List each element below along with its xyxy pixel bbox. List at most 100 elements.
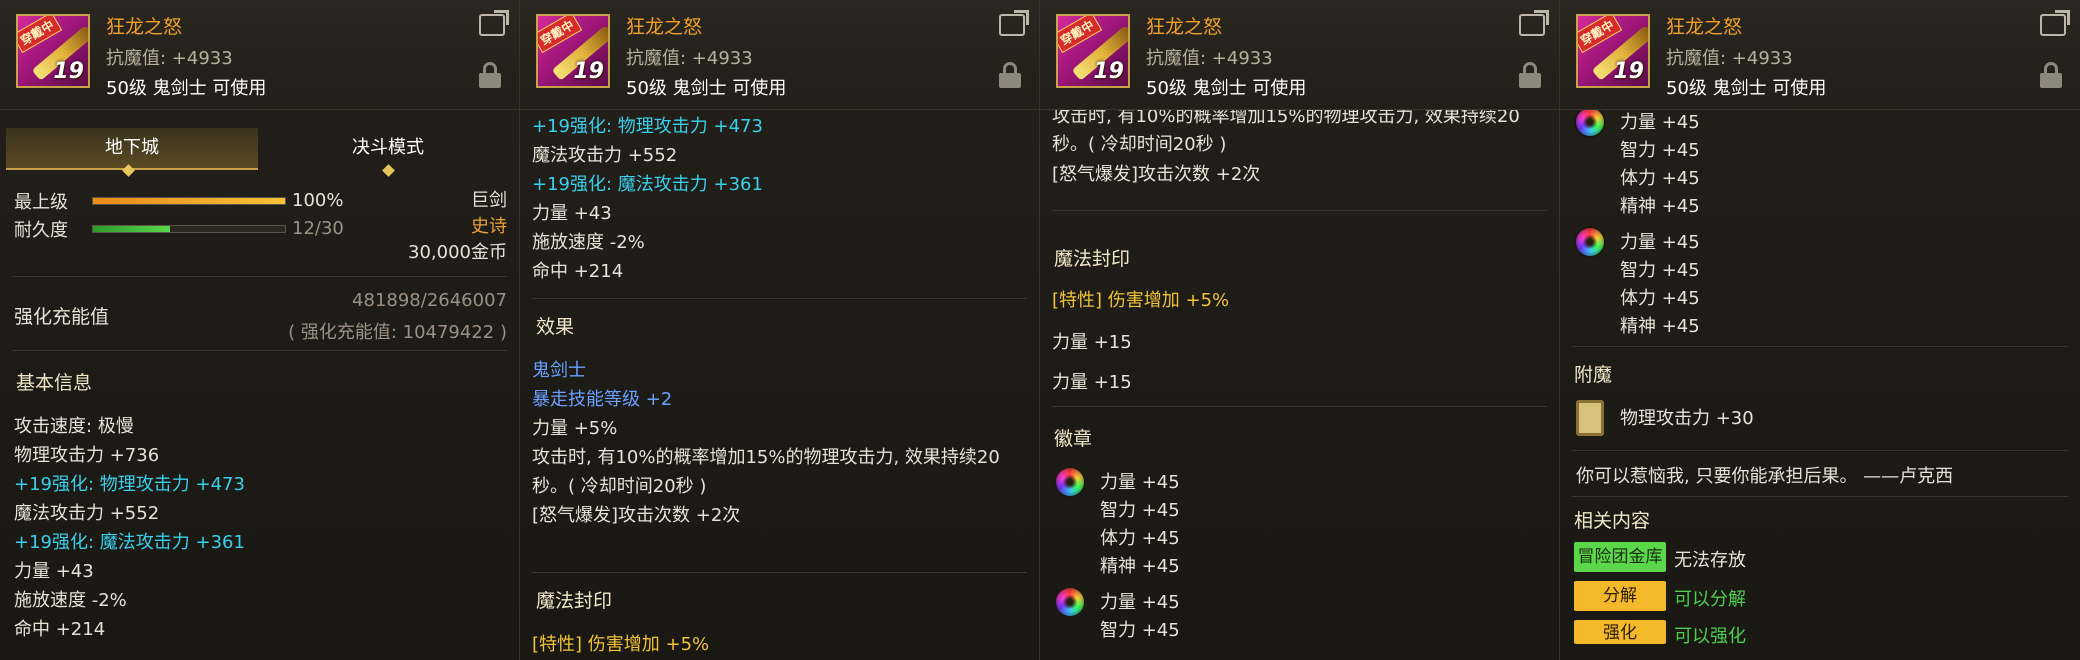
item-stat: 抗魔值: +4933: [1146, 48, 1273, 69]
lock-icon[interactable]: [479, 62, 501, 88]
share-icon[interactable]: [1519, 14, 1545, 36]
divider: [1572, 346, 2068, 347]
emblem-orb-icon[interactable]: [1576, 228, 1604, 256]
item-requirement: 50级 鬼剑士 可使用: [626, 78, 787, 99]
emblem-orb-icon[interactable]: [1576, 108, 1604, 136]
equipped-tag: 穿戴中: [18, 16, 63, 54]
emblem-stat: 精神 +45: [1620, 196, 1700, 217]
tab-pvp[interactable]: 决斗模式: [262, 128, 514, 168]
equipped-tag: 穿戴中: [538, 16, 583, 54]
equipped-tag: 穿戴中: [1578, 16, 1623, 54]
item-name: 狂龙之怒: [1666, 16, 1743, 38]
emblem-stat: 智力 +45: [1620, 260, 1700, 281]
item-header: 穿戴中 19 狂龙之怒 抗魔值: +4933 50级 鬼剑士 可使用: [1040, 0, 1559, 110]
durability-bar-fill: [93, 226, 170, 232]
item-requirement: 50级 鬼剑士 可使用: [1666, 78, 1827, 99]
emblem-stat: 体力 +45: [1100, 528, 1180, 549]
emblem-title: 徽章: [1054, 428, 1093, 450]
emblem-stat: 智力 +45: [1100, 620, 1180, 641]
guild-storage-button[interactable]: 冒险团金库: [1574, 542, 1666, 572]
effect-line: 秒。( 冷却时间20秒 ): [532, 476, 707, 497]
enhance-button[interactable]: 强化: [1574, 620, 1666, 644]
enhance-level-badge: 19: [1613, 59, 1644, 84]
amplify-label: 强化充能值: [14, 306, 110, 328]
item-icon[interactable]: 穿戴中 19: [1056, 14, 1130, 88]
enhance-level-badge: 19: [1093, 59, 1124, 84]
seal-line: 力量 +15: [1052, 332, 1132, 353]
emblem-orb-icon[interactable]: [1056, 468, 1084, 496]
share-icon[interactable]: [479, 14, 505, 36]
stat-line: 命中 +214: [532, 261, 624, 282]
emblem-stat: 智力 +45: [1620, 140, 1700, 161]
item-header: 穿戴中 19 狂龙之怒 抗魔值: +4933 50级 鬼剑士 可使用: [0, 0, 519, 110]
tooltip-panel-1: 穿戴中 19 狂龙之怒 抗魔值: +4933 50级 鬼剑士 可使用 地下城 决…: [0, 0, 520, 660]
seal-title: 魔法封印: [1054, 248, 1131, 270]
tooltip-panel-2: 穿戴中 19 狂龙之怒 抗魔值: +4933 50级 鬼剑士 可使用 +19强化…: [520, 0, 1040, 660]
price: 30,000金币: [408, 242, 507, 263]
item-requirement: 50级 鬼剑士 可使用: [1146, 78, 1307, 99]
stat-line: 魔法攻击力 +552: [532, 145, 678, 166]
stat-line: +19强化: 魔法攻击力 +361: [532, 174, 763, 195]
lock-icon[interactable]: [999, 62, 1021, 88]
emblem-stat: 力量 +45: [1100, 472, 1180, 493]
stat-line: 力量 +43: [14, 561, 94, 582]
tab-dungeon[interactable]: 地下城: [6, 128, 258, 170]
divider: [1572, 450, 2068, 451]
item-requirement: 50级 鬼剑士 可使用: [106, 78, 267, 99]
share-icon[interactable]: [999, 14, 1025, 36]
enhance-level-badge: 19: [573, 59, 604, 84]
emblem-stat: 力量 +45: [1620, 112, 1700, 133]
item-header: 穿戴中 19 狂龙之怒 抗魔值: +4933 50级 鬼剑士 可使用: [520, 0, 1039, 110]
item-stat: 抗魔值: +4933: [1666, 48, 1793, 69]
enchant-line: 物理攻击力 +30: [1620, 408, 1754, 429]
emblem-stat: 精神 +45: [1100, 556, 1180, 577]
seal-trait: [特性] 伤害增加 +5%: [1052, 290, 1230, 311]
tooltip-panel-3: 穿戴中 19 狂龙之怒 抗魔值: +4933 50级 鬼剑士 可使用 攻击时, …: [1040, 0, 1560, 660]
item-name: 狂龙之怒: [626, 16, 703, 38]
item-name: 狂龙之怒: [1146, 16, 1223, 38]
effect-title: 效果: [536, 316, 575, 338]
item-name: 狂龙之怒: [106, 16, 183, 38]
seal-line: 力量 +15: [1052, 372, 1132, 393]
stat-line: 攻击速度: 极慢: [14, 416, 134, 437]
grade-value: 100%: [292, 190, 344, 211]
item-icon[interactable]: 穿戴中 19: [1576, 14, 1650, 88]
lock-icon[interactable]: [1519, 62, 1541, 88]
effect-line: 暴走技能等级 +2: [532, 389, 673, 410]
stat-line: 力量 +43: [532, 203, 612, 224]
enchant-card-icon[interactable]: [1576, 400, 1604, 436]
stat-line: 施放速度 -2%: [532, 232, 645, 253]
divider: [1052, 210, 1547, 211]
emblem-stat: 体力 +45: [1620, 288, 1700, 309]
effect-line: 秒。( 冷却时间20秒 ): [1052, 134, 1227, 155]
divider: [1572, 496, 2068, 497]
item-header: 穿戴中 19 狂龙之怒 抗魔值: +4933 50级 鬼剑士 可使用: [1560, 0, 2080, 110]
seal-trait: [特性] 伤害增加 +5%: [532, 634, 710, 655]
effect-line: [怒气爆发]攻击次数 +2次: [532, 505, 741, 526]
stat-line: +19强化: 物理攻击力 +473: [532, 116, 763, 137]
item-icon[interactable]: 穿戴中 19: [536, 14, 610, 88]
disassemble-button[interactable]: 分解: [1574, 581, 1666, 611]
tooltip-panel-4: 穿戴中 19 狂龙之怒 抗魔值: +4933 50级 鬼剑士 可使用 力量 +4…: [1560, 0, 2080, 660]
equipped-tag: 穿戴中: [1058, 16, 1103, 54]
lock-icon[interactable]: [2040, 62, 2062, 88]
stat-line: 魔法攻击力 +552: [14, 503, 160, 524]
basic-info-title: 基本信息: [16, 372, 93, 394]
amplify-value: 481898/2646007: [352, 290, 507, 311]
share-icon[interactable]: [2040, 14, 2066, 36]
durability-value: 12/30: [292, 218, 344, 239]
stat-line: 施放速度 -2%: [14, 590, 127, 611]
emblem-stat: 力量 +45: [1100, 592, 1180, 613]
emblem-orb-icon[interactable]: [1056, 588, 1084, 616]
divider: [532, 572, 1027, 573]
enhance-level-badge: 19: [53, 59, 84, 84]
grade-label: 最上级: [14, 192, 68, 213]
enhance-status: 可以强化: [1674, 626, 1746, 647]
emblem-stat: 体力 +45: [1620, 168, 1700, 189]
item-icon[interactable]: 穿戴中 19: [16, 14, 90, 88]
rarity: 史诗: [471, 216, 507, 237]
item-stat: 抗魔值: +4933: [106, 48, 233, 69]
stat-line: 物理攻击力 +736: [14, 445, 160, 466]
enchant-title: 附魔: [1574, 364, 1613, 386]
amplify-sub: ( 强化充能值: 10479422 ): [288, 322, 507, 343]
